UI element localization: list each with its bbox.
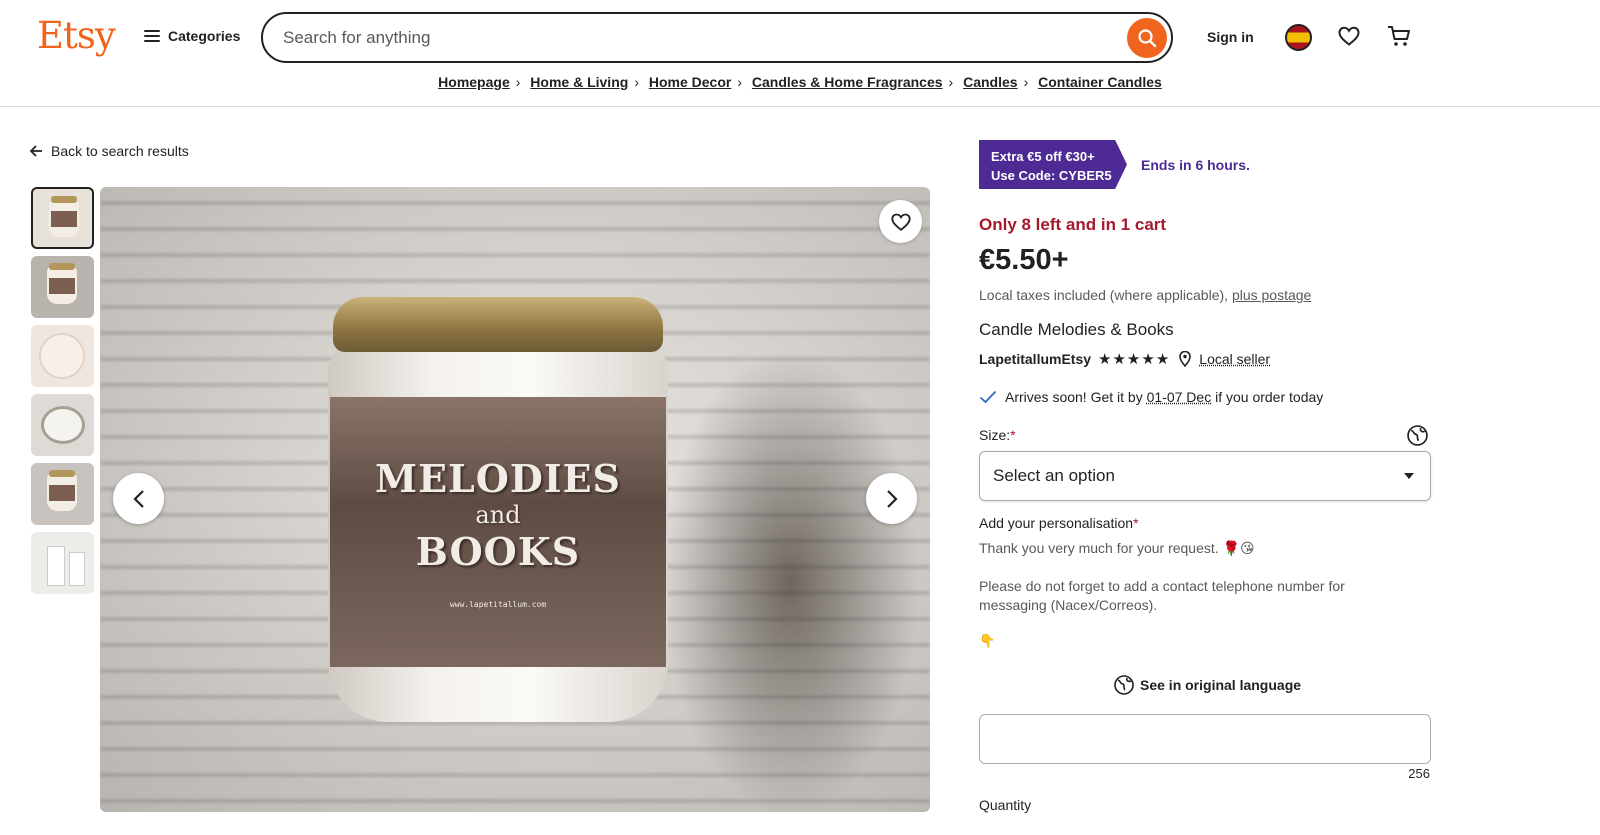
back-to-results-link[interactable]: Back to search results [30,143,189,159]
postage-link[interactable]: plus postage [1232,287,1311,303]
rating-stars[interactable]: ★★★★★ [1098,350,1170,368]
required-mark: * [1133,515,1139,531]
taxes-text: Local taxes included (where applicable), [979,287,1229,303]
search-button[interactable] [1127,17,1167,58]
breadcrumb-home-decor[interactable]: Home Decor [649,74,731,90]
breadcrumb-candles[interactable]: Candles [963,74,1017,90]
arrives-suffix: if you order today [1215,389,1324,405]
taxes-note: Local taxes included (where applicable),… [979,287,1311,303]
checkmark-icon [979,390,997,404]
price: €5.50+ [979,244,1069,276]
caret-down-icon [1404,473,1414,479]
heart-icon [890,213,911,231]
size-select-value: Select an option [993,466,1115,485]
promo-line1: Extra €5 off €30+ [991,149,1095,164]
chevron-right-icon [886,489,898,508]
categories-label: Categories [168,28,241,44]
chevron-right-icon: › [515,74,521,90]
personalisation-instructions-1: Thank you very much for your request. 🌹😘 [979,540,1255,556]
search-input[interactable] [263,27,1127,48]
menu-icon [144,30,160,42]
thumbnail-3[interactable] [31,325,94,387]
thumbnail-5[interactable] [31,463,94,525]
size-label-text: Size: [979,427,1011,443]
listing-title: Candle Melodies & Books [979,320,1174,339]
etsy-logo[interactable]: Etsy [37,14,116,57]
add-to-favorites-button[interactable] [879,200,922,243]
breadcrumb-home-living[interactable]: Home & Living [530,74,628,90]
stock-note: Only 8 left and in 1 cart [979,215,1167,234]
thumbnail-6[interactable] [31,532,94,594]
thumbnail-1[interactable] [31,187,94,249]
back-label: Back to search results [51,143,189,159]
local-seller-link[interactable]: Local seller [1199,351,1270,367]
breadcrumb-candles-fragrances[interactable]: Candles & Home Fragrances [752,74,943,90]
label-url: www.lapetitallum.com [449,599,547,609]
chevron-left-icon [132,489,144,508]
personalisation-label-text: Add your personalisation [979,515,1134,531]
label-line2: and [475,500,521,529]
promo-badge: Extra €5 off €30+ Use Code: CYBER5 [979,140,1127,189]
breadcrumb-container-candles[interactable]: Container Candles [1038,74,1162,90]
quantity-label: Quantity [979,797,1032,813]
favorites-heart-icon[interactable] [1337,24,1361,48]
personalisation-label: Add your personalisation* [979,515,1139,531]
label-line3: BOOKS [415,528,581,574]
seller-row: LapetitallumEtsy ★★★★★ Local seller [979,350,1270,368]
globe-icon[interactable] [1407,425,1428,446]
categories-button[interactable]: Categories [144,28,240,44]
chevron-right-icon: › [737,74,743,90]
chevron-right-icon: › [1023,74,1029,90]
jar-label: MELODIES and BOOKS www.lapetitallum.com [330,397,666,667]
thumbnail-strip [31,187,95,601]
size-select[interactable]: Select an option [979,451,1431,501]
cart-icon[interactable] [1386,24,1412,48]
label-line1: MELODIES [375,455,621,501]
search-icon [1138,28,1157,47]
search-bar [261,12,1173,63]
region-flag-icon[interactable] [1285,24,1312,51]
header-divider [0,106,1600,107]
globe-icon [1114,675,1134,695]
promo-ends: Ends in 6 hours. [1141,157,1250,173]
seller-name-link[interactable]: LapetitallumEtsy [979,351,1091,367]
chevron-right-icon: › [634,74,639,90]
breadcrumb: Homepage › Home & Living › Home Decor › Can… [0,74,1600,90]
thumbnail-4[interactable] [31,394,94,456]
candle-jar-photo: MELODIES and BOOKS www.lapetitallum.com [328,287,668,727]
thumbnail-2[interactable] [31,256,94,318]
personalisation-instructions-2: Please do not forget to add a contact te… [979,578,1345,613]
arrives-prefix: Arrives soon! Get it by [1005,389,1143,405]
required-mark: * [1010,427,1016,443]
previous-image-button[interactable] [113,473,164,524]
next-image-button[interactable] [866,473,917,524]
character-counter: 256 [1408,766,1430,781]
see-original-label: See in original language [1140,677,1302,693]
personalisation-textarea[interactable] [979,714,1431,764]
sign-in-link[interactable]: Sign in [1207,29,1254,45]
main-product-image[interactable]: MELODIES and BOOKS www.lapetitallum.com [100,187,930,812]
see-original-language-button[interactable]: See in original language [1114,675,1301,695]
arrow-left-icon [30,145,42,157]
size-label: Size:* [979,427,1016,443]
chevron-right-icon: › [948,74,954,90]
promo-line2: Use Code: CYBER5 [991,168,1112,183]
delivery-estimate: Arrives soon! Get it by 01-07 Dec if you… [979,389,1323,405]
location-pin-icon [1179,351,1192,367]
personalisation-instructions-3: 👇 [979,633,996,648]
arrives-dates[interactable]: 01-07 Dec [1147,389,1212,405]
breadcrumb-homepage[interactable]: Homepage [438,74,510,90]
